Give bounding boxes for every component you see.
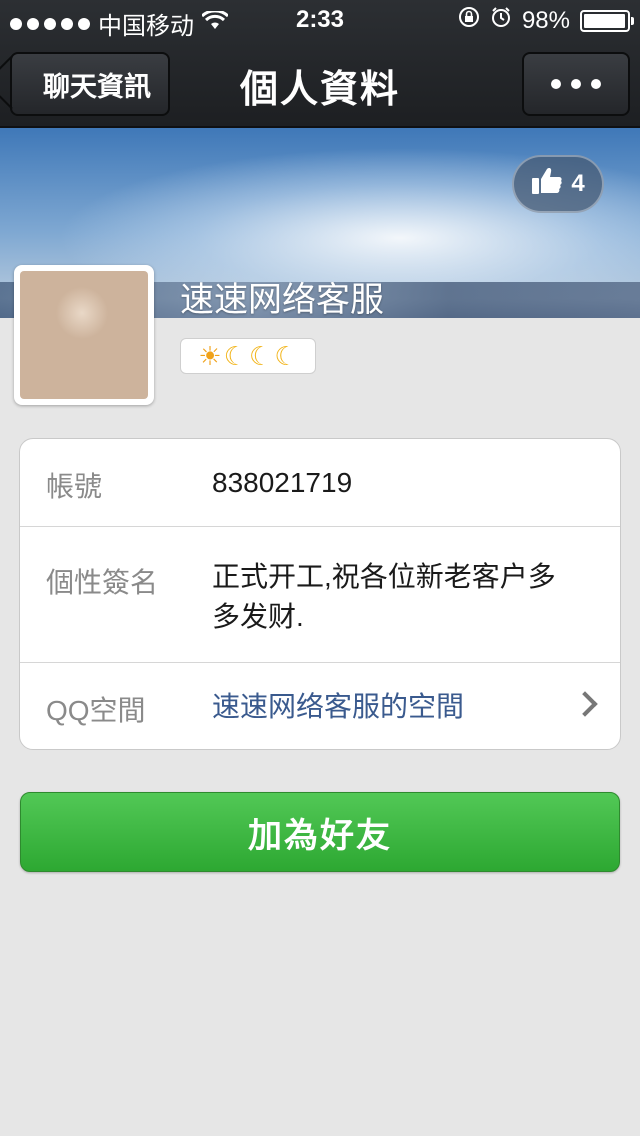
signature-row: 個性簽名 正式开工,祝各位新老客户多多发财. [20,527,620,663]
sun-icon: ☀ [198,341,222,371]
battery-percent: 98% [521,6,570,34]
status-bar: 中国移动 2:33 98% [0,0,640,40]
account-label: 帳號 [46,471,103,502]
qzone-link[interactable]: 速速网络客服的空間 [212,687,464,727]
more-dots-icon [551,79,561,89]
like-button[interactable]: 4 [512,155,604,213]
status-right: 98% [458,6,634,35]
profile-name: 速速网络客服 [180,281,384,319]
rotation-lock-icon [458,6,480,35]
level-badge: ☀ ☾ ☾ ☾ [180,338,316,374]
moon-icon: ☾ [249,341,273,371]
account-value: 838021719 [212,467,353,498]
like-count: 4 [571,170,585,197]
add-friend-button[interactable]: 加為好友 [20,792,620,872]
signature-value: 正式开工,祝各位新老客户多多发财. [212,561,556,632]
alarm-icon [490,6,512,35]
top-bar: 中国移动 2:33 98% 聊天資訊 個人資料 [0,0,640,128]
avatar[interactable] [14,265,154,405]
thumbs-up-icon [531,166,563,203]
moon-icon: ☾ [223,341,247,371]
battery-icon [580,9,634,32]
qzone-row[interactable]: QQ空間 速速网络客服的空間 [20,663,620,749]
more-button[interactable] [522,52,630,116]
qzone-label: QQ空間 [46,695,146,726]
moon-icon: ☾ [274,341,298,371]
chevron-right-icon [572,691,598,717]
account-row: 帳號 838021719 [20,439,620,527]
profile-info-card: 帳號 838021719 個性簽名 正式开工,祝各位新老客户多多发财. QQ空間… [19,438,621,750]
avatar-image [20,271,148,399]
battery-fill [584,13,626,28]
signature-label: 個性簽名 [46,567,159,598]
